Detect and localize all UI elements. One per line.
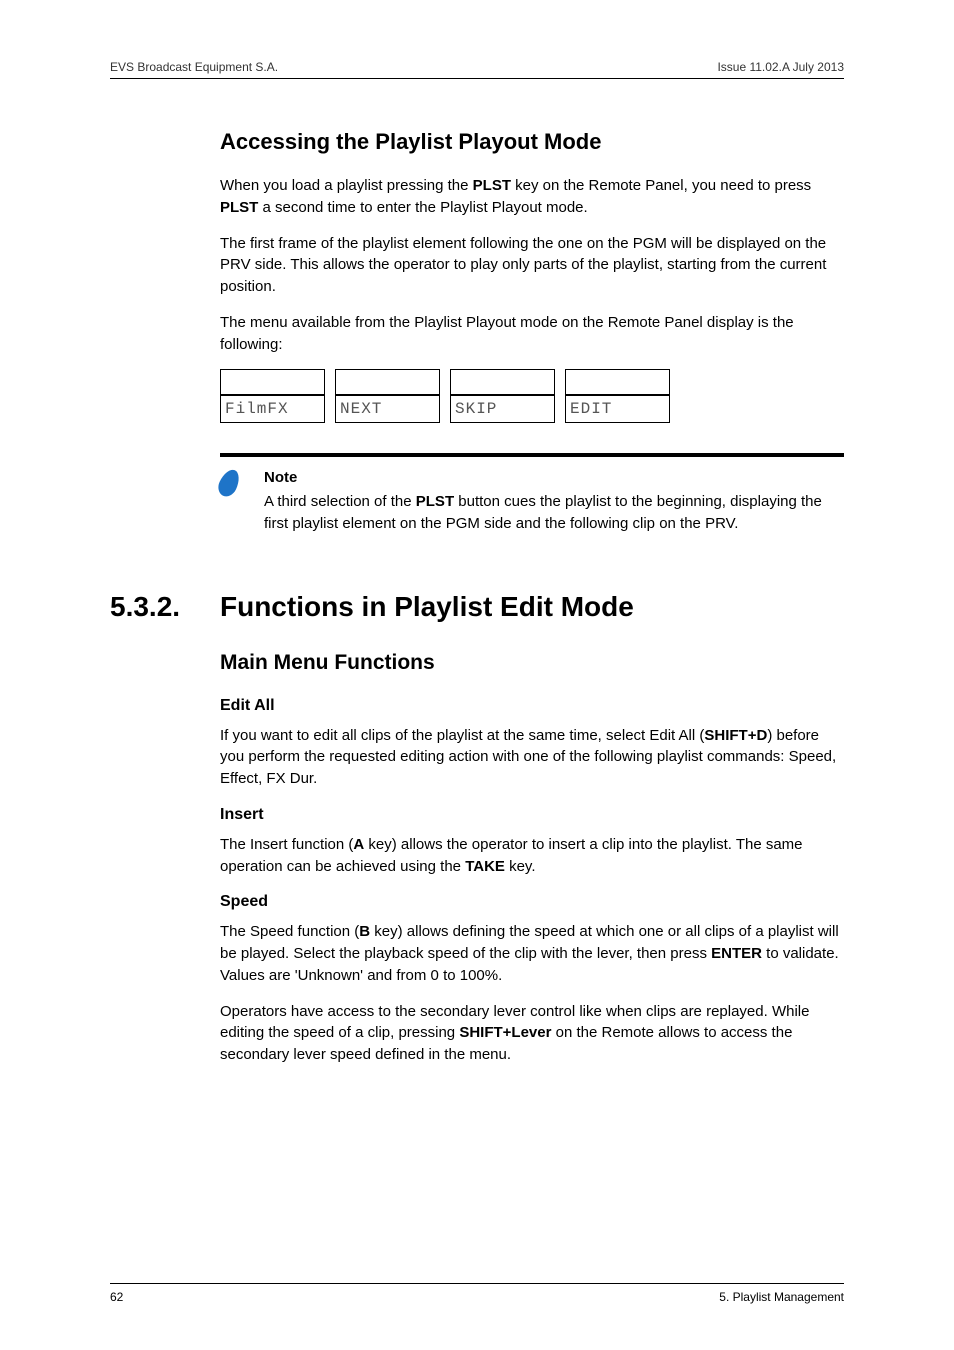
key-plst: PLST [416, 493, 454, 510]
key-plst: PLST [220, 199, 258, 216]
footer-section: 5. Playlist Management [719, 1290, 844, 1304]
paragraph: The first frame of the playlist element … [220, 233, 844, 298]
key-b: B [359, 923, 370, 940]
menu-cell [450, 369, 555, 395]
text: The Insert function ( [220, 836, 353, 853]
header-left: EVS Broadcast Equipment S.A. [110, 60, 278, 74]
heading-row: 5.3.2. Functions in Playlist Edit Mode [110, 591, 844, 623]
text: a second time to enter the Playlist Play… [258, 199, 587, 216]
note-icon [215, 467, 243, 500]
paragraph: The Insert function (A key) allows the o… [220, 834, 844, 878]
section-title-accessing: Accessing the Playlist Playout Mode [220, 129, 844, 155]
menu-cell-skip: SKIP [450, 395, 555, 423]
menu-cell [335, 369, 440, 395]
menu-cell-next: NEXT [335, 395, 440, 423]
page-footer: 62 5. Playlist Management [110, 1283, 844, 1304]
text: key. [505, 858, 536, 875]
text: key on the Remote Panel, you need to pre… [511, 177, 811, 194]
menu-cell-edit: EDIT [565, 395, 670, 423]
note-heading: Note [264, 467, 844, 489]
paragraph: Operators have access to the secondary l… [220, 1001, 844, 1066]
menu-cell [220, 369, 325, 395]
content-area-2: Main Menu Functions Edit All If you want… [110, 651, 844, 1066]
note-block: Note A third selection of the PLST butto… [220, 453, 844, 534]
note-icon-column [220, 467, 264, 534]
menu-cell-filmfx: FilmFX [220, 395, 325, 423]
heading-insert: Insert [220, 806, 844, 824]
key-take: TAKE [465, 858, 505, 875]
note-text: Note A third selection of the PLST butto… [264, 467, 844, 534]
page-header: EVS Broadcast Equipment S.A. Issue 11.02… [110, 60, 844, 79]
content-area: Accessing the Playlist Playout Mode When… [110, 79, 844, 535]
menu-display-table: FilmFX NEXT SKIP EDIT [210, 369, 680, 423]
text: A third selection of the [264, 493, 416, 510]
paragraph: When you load a playlist pressing the PL… [220, 175, 844, 219]
paragraph: The menu available from the Playlist Pla… [220, 312, 844, 356]
table-row: FilmFX NEXT SKIP EDIT [220, 395, 670, 423]
heading-speed: Speed [220, 893, 844, 911]
paragraph: If you want to edit all clips of the pla… [220, 725, 844, 790]
page: EVS Broadcast Equipment S.A. Issue 11.02… [0, 0, 954, 1350]
text: If you want to edit all clips of the pla… [220, 727, 704, 744]
text: The Speed function ( [220, 923, 359, 940]
subsection-main-menu: Main Menu Functions [220, 651, 844, 675]
header-right: Issue 11.02.A July 2013 [717, 60, 844, 74]
heading-edit-all: Edit All [220, 697, 844, 715]
key-a: A [353, 836, 364, 853]
section-title-functions: Functions in Playlist Edit Mode [220, 591, 634, 623]
table-row [220, 369, 670, 395]
page-number: 62 [110, 1290, 123, 1304]
key-shift-d: SHIFT+D [704, 727, 767, 744]
key-enter: ENTER [711, 945, 762, 962]
menu-cell [565, 369, 670, 395]
section-number: 5.3.2. [110, 591, 220, 623]
key-plst: PLST [473, 177, 511, 194]
paragraph: The Speed function (B key) allows defini… [220, 921, 844, 986]
text: When you load a playlist pressing the [220, 177, 473, 194]
key-shift-lever: SHIFT+Lever [459, 1024, 551, 1041]
